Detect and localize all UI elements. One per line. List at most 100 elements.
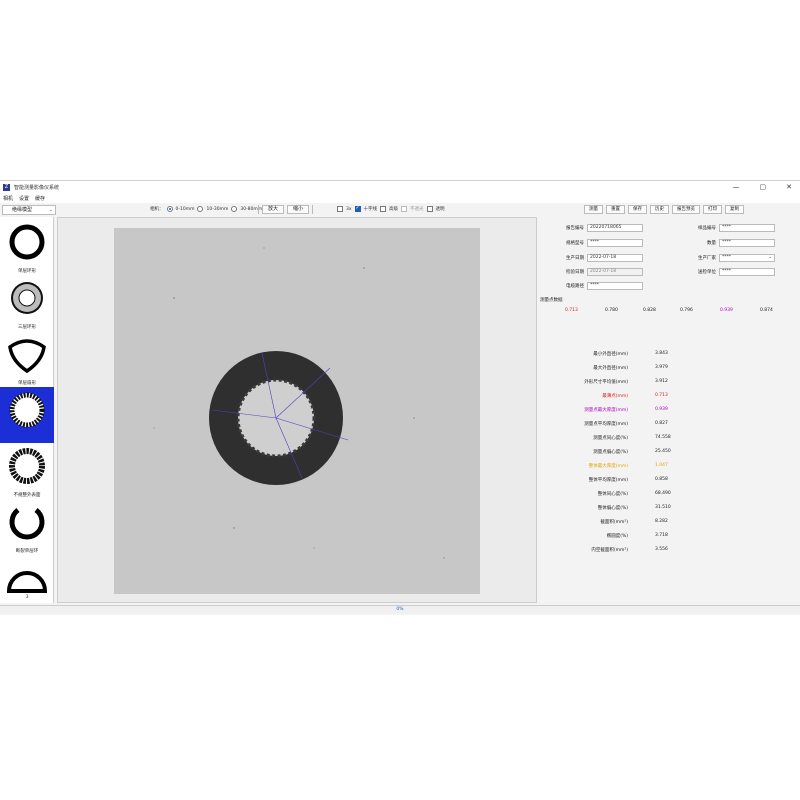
result-value: 74.558 xyxy=(655,435,671,440)
close-button[interactable]: ✕ xyxy=(786,183,792,191)
model-label: 断裂单层环 xyxy=(15,549,39,554)
zoom-out-button[interactable]: 缩小 xyxy=(287,205,310,214)
cable-path-input[interactable]: **** xyxy=(587,282,643,290)
sample-no-input[interactable]: **** xyxy=(719,224,775,232)
model-item-broken-ring[interactable]: 断裂单层环 xyxy=(0,499,54,555)
chevron-down-icon: ⌄ xyxy=(48,207,53,213)
right-panel: 测量 重置 保存 历史 报告预览 打印 复制 报告编号 20220718065 … xyxy=(540,204,800,604)
camera-radio-30-80[interactable] xyxy=(231,206,238,212)
quantity-input[interactable]: **** xyxy=(719,239,775,247)
result-row: 截面积(mm²) 8.282 xyxy=(540,519,780,533)
field-label: 报告编号 xyxy=(566,226,584,231)
tab-history[interactable]: 历史 xyxy=(650,205,669,214)
result-row: 最薄点(mm) 0.713 xyxy=(540,393,780,407)
menu-camera[interactable]: 相机 xyxy=(3,195,13,202)
model-item-half-circle[interactable] xyxy=(0,555,54,595)
camera-option-label: 0-10mm xyxy=(175,206,195,212)
action-tabs: 测量 重置 保存 历史 报告预览 打印 复制 xyxy=(584,205,744,214)
camera-option-label: 10-30mm xyxy=(206,206,229,212)
field-label: 生产厂家 xyxy=(698,256,716,261)
result-label: 整体同心度(%) xyxy=(597,492,628,497)
check-transparent[interactable] xyxy=(426,206,433,212)
menu-bar: 相机 设置 缓存 xyxy=(0,194,800,203)
image-viewer[interactable] xyxy=(57,217,537,603)
field-quantity: 数量 **** xyxy=(675,239,775,247)
result-value: 1.047 xyxy=(655,463,668,468)
cable-cross-section-image xyxy=(153,247,445,559)
tab-report-preview[interactable]: 报告预览 xyxy=(672,205,700,214)
broken-ring-icon xyxy=(9,508,45,540)
model-select[interactable]: 绝缘模型 ⌄ xyxy=(2,205,56,215)
result-row: 外形尺寸平均值(mm) 3.912 xyxy=(540,379,780,393)
field-label: 样品编号 xyxy=(698,226,716,231)
result-row: 测量点偏心度(%) 25.450 xyxy=(540,449,780,463)
result-row: 测量点平均厚度(mm) 0.827 xyxy=(540,421,780,435)
tab-print[interactable]: 打印 xyxy=(703,205,722,214)
tab-measure[interactable]: 测量 xyxy=(584,205,603,214)
field-label: 生产日期 xyxy=(566,256,584,261)
model-item-sector[interactable]: 单层扇形 xyxy=(0,331,54,387)
production-date-input[interactable]: 2022-07-18 xyxy=(587,254,643,262)
title-bar: Z 智能测量影像仪系统 — ▢ ✕ xyxy=(0,181,800,194)
result-value: 3.912 xyxy=(655,379,668,384)
model-select-value: 绝缘模型 xyxy=(12,207,33,213)
result-row: 整体偏心度(%) 31.510 xyxy=(540,505,780,519)
result-label: 最大外直径(mm) xyxy=(593,366,628,371)
result-label: 测量点最大厚度(mm) xyxy=(584,408,628,413)
check-label: 十字线 xyxy=(363,207,378,212)
model-item-single-ring[interactable]: 单层环形 xyxy=(0,219,54,275)
menu-cache[interactable]: 缓存 xyxy=(35,195,45,202)
manufacturer-select[interactable]: **** ⌄ xyxy=(719,254,775,262)
camera-label: 相机： xyxy=(150,207,164,212)
camera-image[interactable] xyxy=(114,228,480,594)
check-advanced[interactable] xyxy=(380,206,387,212)
tab-copy[interactable]: 复制 xyxy=(725,205,744,214)
camera-radio-0-10[interactable] xyxy=(166,206,173,212)
result-value: 25.450 xyxy=(655,449,671,454)
chevron-down-icon: ⌄ xyxy=(768,255,772,260)
result-row: 测量点最大厚度(mm) 0.939 xyxy=(540,407,780,421)
spec-input[interactable]: **** xyxy=(587,239,643,247)
check-opaque[interactable] xyxy=(401,206,408,212)
result-label: 内空截面积(mm²) xyxy=(591,548,628,553)
manufacturer-select-value: **** xyxy=(722,255,731,260)
result-row: 最小外直径(mm) 3.843 xyxy=(540,351,780,365)
field-report-no: 报告编号 20220718065 xyxy=(543,224,643,232)
tab-save[interactable]: 保存 xyxy=(628,205,647,214)
model-item-triple-ring[interactable]: 三层环形 xyxy=(0,275,54,331)
check-crosshair[interactable] xyxy=(354,205,361,212)
zoom-group: 放大 缩小 xyxy=(258,205,314,214)
point-value: 0.828 xyxy=(643,308,656,313)
rough-inner-ring-icon xyxy=(9,392,45,428)
model-item-rough-inner[interactable] xyxy=(0,387,54,443)
camera-radio-10-30[interactable] xyxy=(197,206,204,212)
model-label: 单层扇形 xyxy=(18,381,36,386)
result-label: 最小外直径(mm) xyxy=(593,352,628,357)
field-label: 电缆路径 xyxy=(566,284,584,289)
model-item-rough-outer[interactable]: 不规整外表面 xyxy=(0,443,54,499)
zoom-in-button[interactable]: 放大 xyxy=(262,205,285,214)
progress-bar: 0% xyxy=(0,605,800,614)
progress-text: 0% xyxy=(396,607,404,612)
result-label: 整体平均厚度(mm) xyxy=(588,478,628,483)
submitting-unit-input[interactable]: **** xyxy=(719,268,775,276)
result-value: 0.858 xyxy=(655,477,668,482)
check-label: 透明 xyxy=(435,207,445,212)
tab-reset[interactable]: 重置 xyxy=(606,205,625,214)
result-value: 0.827 xyxy=(655,421,668,426)
check-3x[interactable] xyxy=(337,206,343,212)
result-value: 3.556 xyxy=(655,547,668,552)
check-label: 不透光 xyxy=(410,207,424,212)
result-row: 椭圆度(%) 3.718 xyxy=(540,533,780,547)
minimize-button[interactable]: — xyxy=(733,183,740,191)
menu-settings[interactable]: 设置 xyxy=(19,195,29,202)
model-label: 三层环形 xyxy=(18,325,36,330)
result-label: 最薄点(mm) xyxy=(602,394,628,399)
result-row: 整体最大厚度(mm) 1.047 xyxy=(540,463,780,477)
field-sample-no: 样品编号 **** xyxy=(675,224,775,232)
field-production-date: 生产日期 2022-07-18 xyxy=(543,254,643,262)
sector-icon xyxy=(8,339,46,374)
maximize-button[interactable]: ▢ xyxy=(760,183,767,191)
field-submitting-unit: 送检单位 **** xyxy=(675,268,775,276)
report-no-input[interactable]: 20220718065 xyxy=(587,224,643,232)
